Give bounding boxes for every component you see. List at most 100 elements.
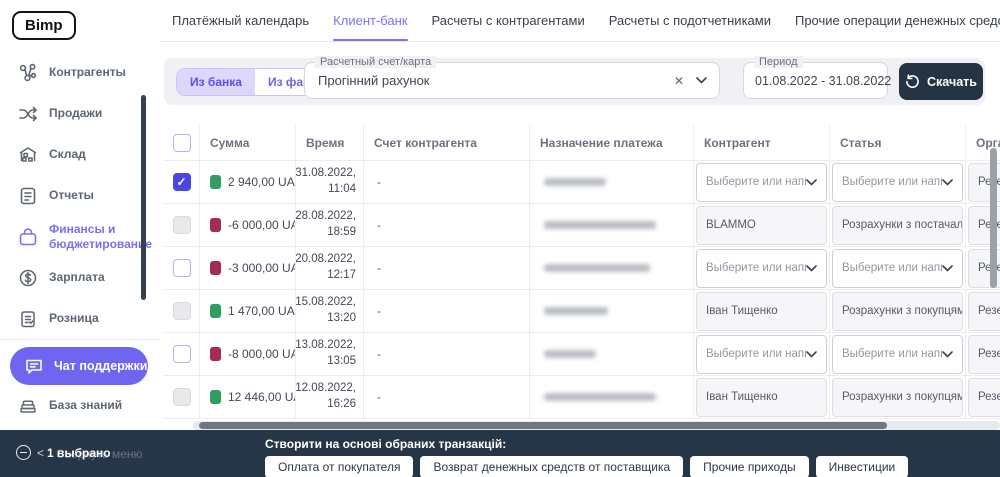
amount-value: -8 000,00 UAH bbox=[228, 347, 296, 361]
table-row: -3 000,00 UAH20.08.2022,12:17-Выберите и… bbox=[164, 247, 1000, 290]
table-body: 2 940,00 UAH31.08.2022,11:04-Выберите ил… bbox=[164, 161, 1000, 419]
table-row: 1 470,00 UAH15.08.2022,13:20-Іван Тищенк… bbox=[164, 290, 1000, 333]
tab-3[interactable]: Расчеты с контрагентами bbox=[432, 0, 585, 41]
action-button-4[interactable]: Инвестиции bbox=[816, 456, 909, 477]
chevron-down-icon bbox=[806, 351, 817, 358]
income-indicator bbox=[210, 175, 221, 189]
column-header-article: Статья bbox=[830, 125, 966, 160]
tab-1[interactable]: Платёжный календарь bbox=[172, 0, 309, 41]
org-value[interactable]: Резе bbox=[968, 378, 1000, 417]
table-row: 2 940,00 UAH31.08.2022,11:04-Выберите ил… bbox=[164, 161, 1000, 204]
horizontal-scrollbar-track[interactable] bbox=[193, 421, 1000, 430]
cell-article: Выберите или напишит bbox=[830, 161, 966, 203]
chat-support-label: Чат поддержки bbox=[54, 359, 147, 373]
sidebar-item-report[interactable]: Отчеты bbox=[0, 175, 160, 216]
account-select[interactable]: Расчетный счет/карта Прогінний рахунок ✕ bbox=[304, 62, 720, 99]
sidebar-item-network[interactable]: Контрагенты bbox=[0, 52, 160, 93]
sidebar-item-label: Контрагенты bbox=[49, 65, 145, 79]
cell-amount: 2 940,00 UAH bbox=[200, 161, 296, 203]
tab-4[interactable]: Расчеты с подотчетниками bbox=[609, 0, 771, 41]
cell-checkbox bbox=[164, 161, 200, 203]
cell-counterparty-account: - bbox=[364, 247, 530, 289]
org-value[interactable]: Резе bbox=[968, 335, 1000, 374]
download-button[interactable]: Скачать bbox=[899, 63, 983, 100]
column-header-purpose: Назначение платежа bbox=[530, 125, 694, 160]
select-placeholder: Выберите или напишит bbox=[706, 176, 806, 188]
cell-payment-purpose bbox=[530, 333, 694, 375]
article-value[interactable]: Розрахунки з покупцями bbox=[832, 378, 963, 417]
cell-checkbox bbox=[164, 204, 200, 246]
article-value[interactable]: Розрахунки з покупцями bbox=[832, 292, 963, 331]
cell-checkbox bbox=[164, 290, 200, 332]
chevron-down-icon bbox=[942, 265, 953, 272]
row-checkbox[interactable] bbox=[173, 173, 191, 191]
cell-amount: 12 446,00 UAH bbox=[200, 376, 296, 418]
cell-counterparty-account: - bbox=[364, 161, 530, 203]
cell-article: Выберите или напишит bbox=[830, 333, 966, 375]
contragent-select[interactable]: Выберите или напишит bbox=[696, 163, 827, 202]
collapse-menu-icon[interactable] bbox=[16, 445, 31, 460]
cell-payment-purpose bbox=[530, 247, 694, 289]
toggle-from-bank[interactable]: Из банка bbox=[177, 69, 255, 95]
salary-icon bbox=[18, 268, 38, 288]
sidebar: Bimp Контрагенты Продажи Склад ОтчетыФинанс… bbox=[0, 0, 160, 477]
sidebar-item-retail[interactable]: Розница bbox=[0, 298, 160, 339]
clear-icon[interactable]: ✕ bbox=[674, 74, 684, 88]
article-select[interactable]: Выберите или напишит bbox=[832, 163, 963, 202]
period-value: 01.08.2022 - 31.08.2022 bbox=[744, 74, 891, 88]
bimp-logo[interactable]: Bimp bbox=[12, 11, 76, 40]
article-value[interactable]: Розрахунки з постачальни bbox=[832, 206, 963, 245]
action-button-2[interactable]: Возврат денежных средств от поставщика bbox=[420, 456, 683, 477]
redacted-payment-purpose bbox=[544, 178, 606, 186]
vertical-scrollbar[interactable] bbox=[990, 148, 997, 288]
refresh-icon bbox=[905, 74, 920, 89]
sidebar-item-shuffle[interactable]: Продажи bbox=[0, 93, 160, 134]
article-select[interactable]: Выберите или напишит bbox=[832, 249, 963, 288]
contragent-select[interactable]: Выберите или напишит bbox=[696, 249, 827, 288]
contragent-value[interactable]: BLAMMO bbox=[696, 206, 827, 245]
sidebar-item-label: Склад bbox=[49, 147, 145, 161]
sidebar-item-warehouse[interactable]: Склад bbox=[0, 134, 160, 175]
sidebar-scrollbar[interactable] bbox=[141, 95, 146, 300]
tab-5[interactable]: Прочие операции денежных средств bbox=[795, 0, 1000, 41]
row-checkbox[interactable] bbox=[173, 345, 191, 363]
sidebar-item-knowledge-base[interactable]: База знаний bbox=[0, 385, 160, 426]
top-navigation: Платёжный календарь Клиент-банк Расчеты с … bbox=[160, 0, 1000, 42]
chat-support-button[interactable]: Чат поддержки bbox=[10, 347, 148, 385]
table-row: -6 000,00 UAH28.08.2022,18:59-BLAMMOРозр… bbox=[164, 204, 1000, 247]
column-header-account: Счет контрагента bbox=[364, 125, 530, 160]
cell-amount: -8 000,00 UAH bbox=[200, 333, 296, 375]
cell-time: 20.08.2022,12:17 bbox=[296, 247, 364, 289]
period-field[interactable]: Период 01.08.2022 - 31.08.2022 bbox=[743, 62, 888, 99]
contragent-select[interactable]: Выберите или напишит bbox=[696, 335, 827, 374]
contragent-value[interactable]: Іван Тищенко bbox=[696, 292, 827, 331]
cell-payment-purpose bbox=[530, 376, 694, 418]
action-button-3[interactable]: Прочие приходы bbox=[690, 456, 808, 477]
sidebar-item-salary[interactable]: Зарплата bbox=[0, 257, 160, 298]
sidebar-item-finance[interactable]: Финансы и бюджетирование bbox=[0, 216, 160, 257]
download-label: Скачать bbox=[927, 75, 977, 89]
time-value: 13:20 bbox=[327, 311, 356, 327]
sidebar-divider bbox=[0, 339, 160, 340]
cell-contragent: Іван Тищенко bbox=[694, 376, 830, 418]
cell-payment-purpose bbox=[530, 204, 694, 246]
horizontal-scrollbar-thumb[interactable] bbox=[199, 422, 887, 429]
retail-icon bbox=[18, 309, 38, 329]
action-button-1[interactable]: Оплата от покупателя bbox=[265, 456, 413, 477]
date-value: 28.08.2022, bbox=[296, 209, 356, 225]
chevron-down-icon bbox=[942, 351, 953, 358]
contragent-value[interactable]: Іван Тищенко bbox=[696, 378, 827, 417]
cell-contragent: Выберите или напишит bbox=[694, 333, 830, 375]
cell-article: Выберите или напишит bbox=[830, 247, 966, 289]
select-all-checkbox[interactable] bbox=[173, 134, 191, 152]
cell-org: Резе bbox=[966, 333, 1000, 375]
tab-2[interactable]: Клиент-банк bbox=[333, 0, 407, 41]
app-window: Bimp Контрагенты Продажи Склад ОтчетыФинанс… bbox=[0, 0, 1000, 477]
article-select[interactable]: Выберите или напишит bbox=[832, 335, 963, 374]
chevron-down-icon[interactable] bbox=[696, 77, 707, 84]
org-value[interactable]: Резе bbox=[968, 292, 1000, 331]
cell-time: 15.08.2022,13:20 bbox=[296, 290, 364, 332]
selected-count: 1 выбрано bbox=[47, 446, 111, 460]
redacted-payment-purpose bbox=[544, 350, 596, 358]
row-checkbox[interactable] bbox=[173, 259, 191, 277]
